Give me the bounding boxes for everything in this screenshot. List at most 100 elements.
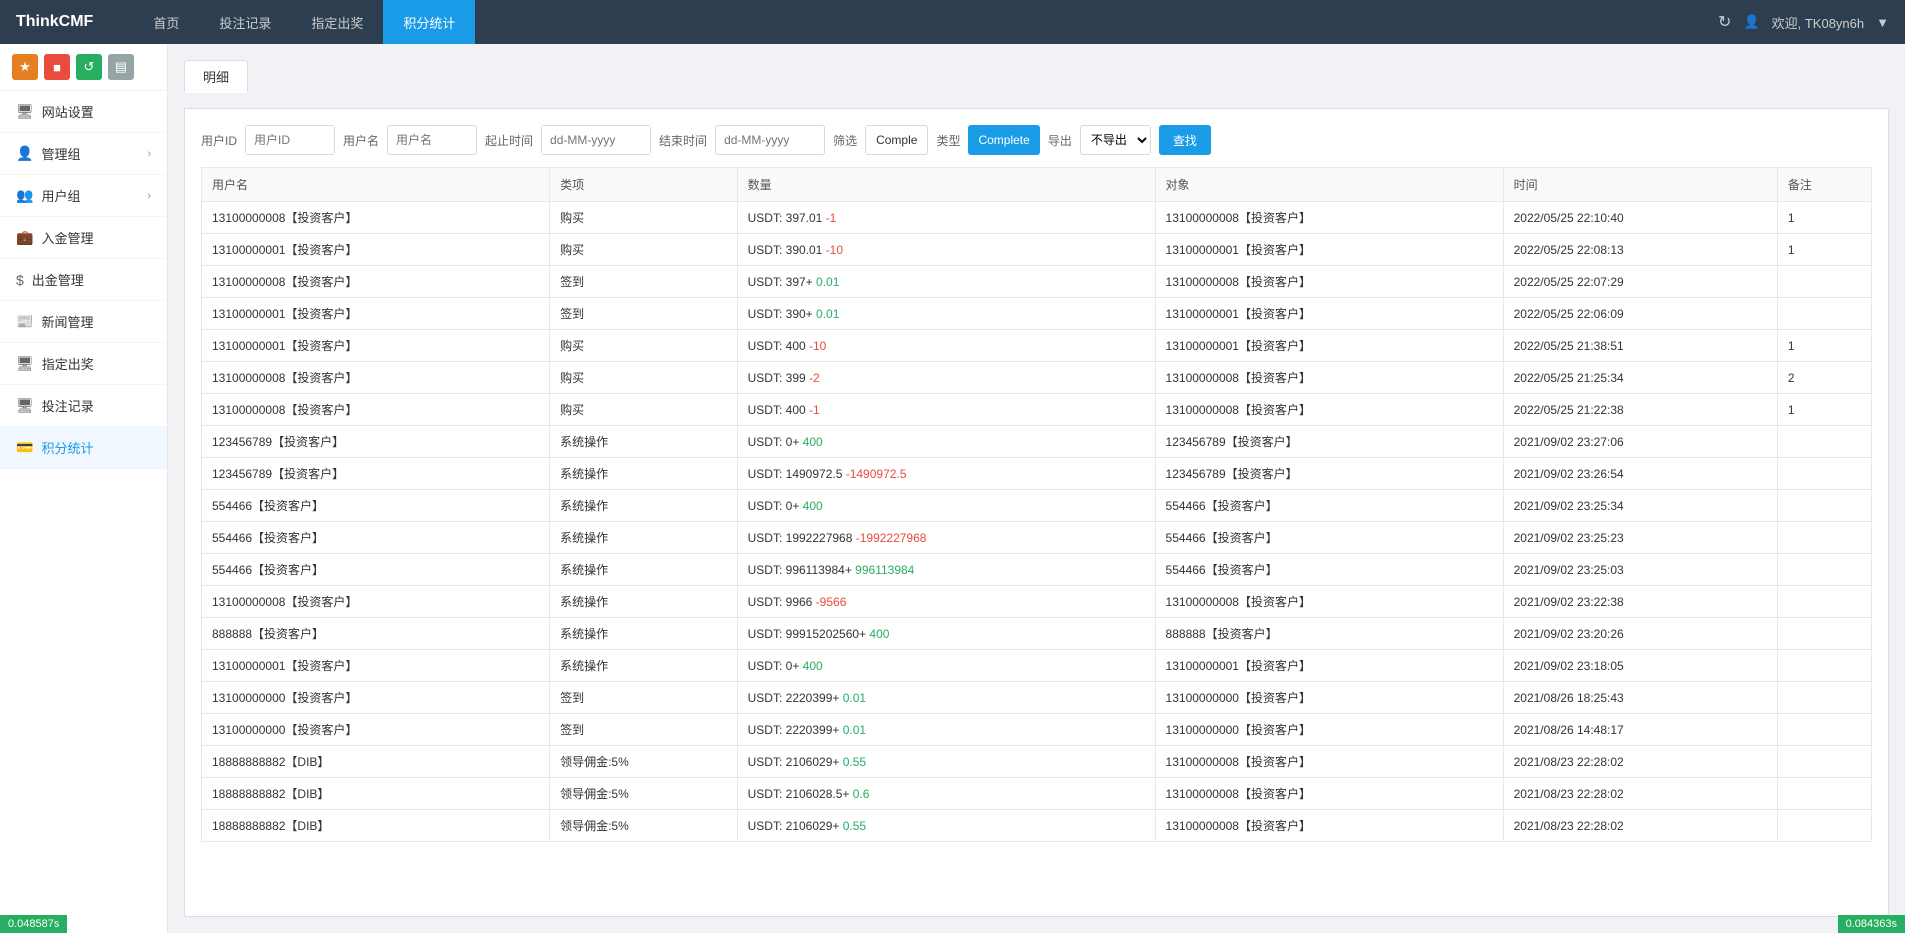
- cell-amount: USDT: 2106029+ 0.55: [737, 810, 1155, 842]
- nav-home[interactable]: 首页: [133, 0, 199, 44]
- monitor-icon: 🖥: [16, 103, 34, 120]
- nav-items: 首页 投注记录 指定出奖 积分统计: [133, 0, 1718, 44]
- table-body: 13100000008【投资客户】 购买 USDT: 397.01 -1 131…: [202, 202, 1872, 842]
- cell-username: 13100000001【投资客户】: [202, 234, 550, 266]
- cell-username: 554466【投资客户】: [202, 522, 550, 554]
- table-row: 13100000001【投资客户】 签到 USDT: 390+ 0.01 131…: [202, 298, 1872, 330]
- cell-type: 领导佣金:5%: [550, 778, 738, 810]
- cell-target: 13100000001【投资客户】: [1155, 298, 1503, 330]
- sidebar-item-user-group[interactable]: 👥 用户组 ›: [0, 175, 167, 217]
- user-id-input[interactable]: [245, 125, 335, 155]
- cell-username: 13100000001【投资客户】: [202, 330, 550, 362]
- complete-filter[interactable]: Complete: [968, 125, 1039, 155]
- cell-type: 系统操作: [550, 458, 738, 490]
- cell-note: [1777, 746, 1871, 778]
- filter-row: 用户ID 用户名 起止时间 结束时间 筛选 Comple 类型 Complete…: [201, 125, 1872, 155]
- tab-detail[interactable]: 明细: [184, 60, 248, 93]
- cell-time: 2022/05/25 22:10:40: [1503, 202, 1777, 234]
- cell-amount: USDT: 399 -2: [737, 362, 1155, 394]
- col-type: 类项: [550, 168, 738, 202]
- cell-type: 系统操作: [550, 522, 738, 554]
- sidebar-item-website-settings[interactable]: 🖥 网站设置: [0, 91, 167, 133]
- nav-bet-records[interactable]: 投注记录: [199, 0, 291, 44]
- app-logo: ThinkCMF: [16, 13, 93, 31]
- sidebar-menu: 🖥 网站设置 👤 管理组 › 👥 用户组 › 💼 入金管理 $ 出金管理: [0, 91, 167, 933]
- nav-right: ↻ 👤 欢迎, TK08yn6h ▼: [1718, 12, 1889, 32]
- cell-type: 购买: [550, 394, 738, 426]
- cell-note: [1777, 618, 1871, 650]
- cell-amount: USDT: 397+ 0.01: [737, 266, 1155, 298]
- cell-note: [1777, 266, 1871, 298]
- nav-designated-prize[interactable]: 指定出奖: [291, 0, 383, 44]
- cell-username: 13100000001【投资客户】: [202, 650, 550, 682]
- cell-username: 123456789【投资客户】: [202, 426, 550, 458]
- cell-amount: USDT: 2220399+ 0.01: [737, 682, 1155, 714]
- sidebar-item-withdrawal[interactable]: $ 出金管理: [0, 259, 167, 301]
- comple-filter[interactable]: Comple: [865, 125, 928, 155]
- username: 欢迎, TK08yn6h: [1772, 13, 1865, 32]
- table-row: 13100000000【投资客户】 签到 USDT: 2220399+ 0.01…: [202, 714, 1872, 746]
- start-time-input[interactable]: [541, 125, 651, 155]
- search-button[interactable]: 查找: [1159, 125, 1211, 155]
- cell-amount: USDT: 0+ 400: [737, 490, 1155, 522]
- cell-amount: USDT: 0+ 400: [737, 650, 1155, 682]
- cell-note: [1777, 522, 1871, 554]
- cell-target: 554466【投资客户】: [1155, 554, 1503, 586]
- user-icon: 👤: [16, 145, 33, 162]
- cell-time: 2022/05/25 22:07:29: [1503, 266, 1777, 298]
- toolbar-btn-delete[interactable]: ■: [44, 54, 70, 80]
- cell-time: 2021/09/02 23:25:03: [1503, 554, 1777, 586]
- col-time: 时间: [1503, 168, 1777, 202]
- cell-target: 13100000001【投资客户】: [1155, 234, 1503, 266]
- cell-time: 2021/09/02 23:25:23: [1503, 522, 1777, 554]
- export-select[interactable]: 不导出 导出: [1080, 125, 1151, 155]
- sidebar-item-bet-records[interactable]: 🖥 投注记录: [0, 385, 167, 427]
- table-header: 用户名 类项 数量 对象 时间 备注: [202, 168, 1872, 202]
- table-row: 18888888882【DIB】 领导佣金:5% USDT: 2106029+ …: [202, 810, 1872, 842]
- briefcase-icon: 💼: [16, 229, 33, 246]
- table-row: 123456789【投资客户】 系统操作 USDT: 0+ 400 123456…: [202, 426, 1872, 458]
- dollar-icon: $: [16, 272, 24, 288]
- cell-username: 13100000000【投资客户】: [202, 714, 550, 746]
- cell-type: 签到: [550, 298, 738, 330]
- cell-amount: USDT: 2220399+ 0.01: [737, 714, 1155, 746]
- cell-username: 123456789【投资客户】: [202, 458, 550, 490]
- sidebar: ★ ■ ↺ ▤ 🖥 网站设置 👤 管理组 › 👥 用户组 › 💼 入金管理: [0, 44, 168, 933]
- cell-note: [1777, 810, 1871, 842]
- cell-username: 13100000008【投资客户】: [202, 266, 550, 298]
- refresh-icon[interactable]: ↻: [1718, 12, 1731, 32]
- cell-target: 13100000008【投资客户】: [1155, 202, 1503, 234]
- cell-time: 2021/09/02 23:22:38: [1503, 586, 1777, 618]
- table-row: 13100000008【投资客户】 系统操作 USDT: 9966 -9566 …: [202, 586, 1872, 618]
- toolbar-btn-star[interactable]: ★: [12, 54, 38, 80]
- monitor2-icon: 🖥: [16, 355, 34, 372]
- sidebar-item-admin-group[interactable]: 👤 管理组 ›: [0, 133, 167, 175]
- cell-time: 2022/05/25 21:38:51: [1503, 330, 1777, 362]
- sidebar-item-points-stats[interactable]: 💳 积分统计: [0, 427, 167, 469]
- col-username: 用户名: [202, 168, 550, 202]
- cell-amount: USDT: 9966 -9566: [737, 586, 1155, 618]
- cell-amount: USDT: 99915202560+ 400: [737, 618, 1155, 650]
- cell-amount: USDT: 996113984+ 996113984: [737, 554, 1155, 586]
- nav-points-stats[interactable]: 积分统计: [383, 0, 475, 44]
- cell-amount: USDT: 400 -1: [737, 394, 1155, 426]
- toolbar-btn-refresh[interactable]: ↺: [76, 54, 102, 80]
- cell-amount: USDT: 390+ 0.01: [737, 298, 1155, 330]
- top-nav: ThinkCMF 首页 投注记录 指定出奖 积分统计 ↻ 👤 欢迎, TK08y…: [0, 0, 1905, 44]
- user-name-input[interactable]: [387, 125, 477, 155]
- end-time-label: 结束时间: [659, 132, 707, 149]
- end-time-input[interactable]: [715, 125, 825, 155]
- cell-time: 2021/09/02 23:27:06: [1503, 426, 1777, 458]
- cell-time: 2021/09/02 23:26:54: [1503, 458, 1777, 490]
- user-id-label: 用户ID: [201, 132, 237, 149]
- toolbar-btn-menu[interactable]: ▤: [108, 54, 134, 80]
- start-time-label: 起止时间: [485, 132, 533, 149]
- cell-type: 领导佣金:5%: [550, 810, 738, 842]
- sidebar-item-deposit[interactable]: 💼 入金管理: [0, 217, 167, 259]
- cell-username: 18888888882【DIB】: [202, 746, 550, 778]
- sidebar-item-news[interactable]: 📰 新闻管理: [0, 301, 167, 343]
- cell-note: [1777, 458, 1871, 490]
- chevron-right-icon: ›: [147, 190, 151, 202]
- cell-username: 13100000000【投资客户】: [202, 682, 550, 714]
- sidebar-item-designated-prize[interactable]: 🖥 指定出奖: [0, 343, 167, 385]
